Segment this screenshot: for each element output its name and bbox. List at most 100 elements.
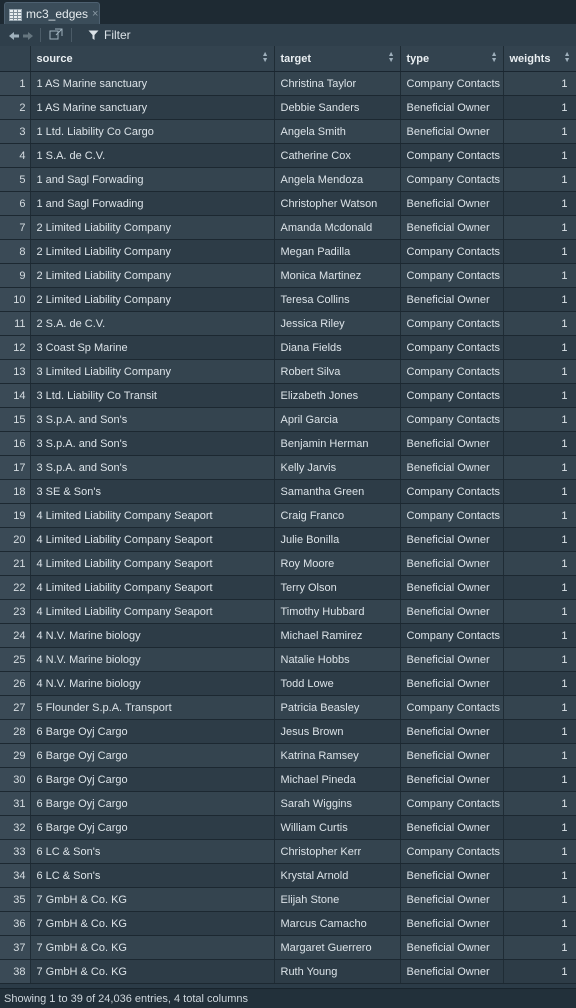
weights-cell: 1 xyxy=(503,311,576,336)
table-row[interactable]: 61 and Sagl Forwading Christopher Watson B… xyxy=(0,191,576,216)
forward-arrow-icon[interactable] xyxy=(22,30,33,40)
table-row[interactable]: 15 3 S.p.A. and Son's April Garcia Company … xyxy=(0,407,576,432)
type-cell: Beneficial Owner xyxy=(400,95,504,120)
target-cell: Roy Moore xyxy=(274,551,401,576)
table-row[interactable]: 13 3 Limited Liability Company Robert Silv… xyxy=(0,359,576,384)
table-row[interactable]: 28 6 Barge Oyj Cargo Jesus Brown Beneficial… xyxy=(0,719,576,744)
table-row[interactable]: 25 4 N.V. Marine biology Natalie Hobbs Bene… xyxy=(0,647,576,672)
type-cell: Company Contacts xyxy=(400,311,504,336)
table-row[interactable]: 27 5 Flounder S.p.A. Transport Patricia Be… xyxy=(0,695,576,720)
column-header-target[interactable]: target ▲ ▼ xyxy=(274,46,401,72)
table-row[interactable]: 10 2 Limited Liability Company Teresa Coll… xyxy=(0,287,576,312)
type-cell: Company Contacts xyxy=(400,335,504,360)
row-index-cell: 33 xyxy=(0,839,31,864)
row-index-cell: 1 xyxy=(0,71,31,96)
type-cell: Beneficial Owner xyxy=(400,215,504,240)
weights-cell: 1 xyxy=(503,167,576,192)
table-row[interactable]: 34 6 LC & Son's Krystal Arnold Beneficial O… xyxy=(0,863,576,888)
table-row[interactable]: 29 6 Barge Oyj Cargo Katrina Ramsey Benefic… xyxy=(0,743,576,768)
row-index-cell: 12 xyxy=(0,335,31,360)
table-row[interactable]: 30 6 Barge Oyj Cargo Michael Pineda Benefic… xyxy=(0,767,576,792)
source-cell: 4 N.V. Marine biology xyxy=(30,623,275,648)
source-cell: 4 Limited Liability Company Seaport xyxy=(30,551,275,576)
back-arrow-icon[interactable] xyxy=(8,30,19,40)
table-row[interactable]: 19 4 Limited Liability Company Seaport Cra… xyxy=(0,503,576,528)
table-row[interactable]: 72 Limited Liability Company Amanda Mcdon… xyxy=(0,215,576,240)
target-cell: Christopher Watson xyxy=(274,191,401,216)
close-icon[interactable]: × xyxy=(92,8,98,20)
source-cell: 3 Limited Liability Company xyxy=(30,359,275,384)
row-index-cell: 31 xyxy=(0,791,31,816)
toolbar: Filter xyxy=(0,24,576,47)
table-row[interactable]: 16 3 S.p.A. and Son's Benjamin Herman Benef… xyxy=(0,431,576,456)
status-bar: Showing 1 to 39 of 24,036 entries, 4 tot… xyxy=(0,988,576,1008)
popout-icon[interactable] xyxy=(49,28,63,43)
target-cell: Katrina Ramsey xyxy=(274,743,401,768)
source-cell: 3 S.p.A. and Son's xyxy=(30,431,275,456)
type-cell: Beneficial Owner xyxy=(400,527,504,552)
table-row[interactable]: 11 AS Marine sanctuary Christina Taylor Co… xyxy=(0,71,576,96)
target-cell: Christopher Kerr xyxy=(274,839,401,864)
data-viewer-table: source ▲ ▼ target ▲ ▼ type ▲ ▼ weights ▲ ▼ 1 1 AS… xyxy=(0,46,576,988)
table-row[interactable]: 31 6 Barge Oyj Cargo Sarah Wiggins Company … xyxy=(0,791,576,816)
table-row[interactable]: 18 3 SE & Son's Samantha Green Company Cont… xyxy=(0,479,576,504)
table-row[interactable]: 26 4 N.V. Marine biology Todd Lowe Benefici… xyxy=(0,671,576,696)
row-index-cell: 18 xyxy=(0,479,31,504)
source-cell: 4 N.V. Marine biology xyxy=(30,671,275,696)
type-cell: Company Contacts xyxy=(400,143,504,168)
sort-icon[interactable]: ▲ ▼ xyxy=(564,51,571,64)
column-header-weights[interactable]: weights ▲ ▼ xyxy=(503,46,576,72)
type-cell: Beneficial Owner xyxy=(400,431,504,456)
table-row[interactable]: 36 7 GmbH & Co. KG Marcus Camacho Beneficia… xyxy=(0,911,576,936)
weights-cell: 1 xyxy=(503,191,576,216)
sort-icon[interactable]: ▲ ▼ xyxy=(262,51,269,64)
table-row[interactable]: 31 Ltd. Liability Co Cargo Angela Smith Be… xyxy=(0,119,576,144)
source-cell: 7 GmbH & Co. KG xyxy=(30,887,275,912)
weights-cell: 1 xyxy=(503,695,576,720)
table-row[interactable]: 41 S.A. de C.V. Catherine Cox Company Cont… xyxy=(0,143,576,168)
table-row[interactable]: 21 AS Marine sanctuary Debbie Sanders Bene… xyxy=(0,95,576,120)
column-header-type[interactable]: type ▲ ▼ xyxy=(400,46,504,72)
type-cell: Company Contacts xyxy=(400,839,504,864)
table-row[interactable]: 12 3 Coast Sp Marine Diana Fields Company C… xyxy=(0,335,576,360)
table-row[interactable]: 82 Limited Liability Company Megan Padill… xyxy=(0,239,576,264)
table-row[interactable]: 24 4 N.V. Marine biology Michael Ramirez Co… xyxy=(0,623,576,648)
table-row[interactable]: 11 2 S.A. de C.V. Jessica Riley Company Con… xyxy=(0,311,576,336)
source-cell: 3 Ltd. Liability Co Transit xyxy=(30,383,275,408)
row-index-cell: 23 xyxy=(0,599,31,624)
target-cell: Catherine Cox xyxy=(274,143,401,168)
table-row[interactable]: 22 4 Limited Liability Company Seaport Ter… xyxy=(0,575,576,600)
sort-icon[interactable]: ▲ ▼ xyxy=(491,51,498,64)
table-row[interactable]: 38 7 GmbH & Co. KG Ruth Young Beneficial Ow… xyxy=(0,959,576,984)
weights-cell: 1 xyxy=(503,287,576,312)
source-cell: 4 Limited Liability Company Seaport xyxy=(30,527,275,552)
tab-mc3-edges[interactable]: mc3_edges × xyxy=(4,2,100,24)
type-cell: Beneficial Owner xyxy=(400,887,504,912)
table-row[interactable]: 14 3 Ltd. Liability Co Transit Elizabeth J… xyxy=(0,383,576,408)
type-cell: Company Contacts xyxy=(400,167,504,192)
table-row[interactable]: 20 4 Limited Liability Company Seaport Jul… xyxy=(0,527,576,552)
weights-cell: 1 xyxy=(503,551,576,576)
table-row[interactable]: 51 and Sagl Forwading Angela Mendoza Compa… xyxy=(0,167,576,192)
target-cell: Angela Smith xyxy=(274,119,401,144)
source-cell: 4 N.V. Marine biology xyxy=(30,647,275,672)
table-row[interactable]: 32 6 Barge Oyj Cargo William Curtis Benefic… xyxy=(0,815,576,840)
column-header-source[interactable]: source ▲ ▼ xyxy=(30,46,275,72)
source-cell: 3 Coast Sp Marine xyxy=(30,335,275,360)
source-cell: 5 Flounder S.p.A. Transport xyxy=(30,695,275,720)
target-cell: Ruth Young xyxy=(274,959,401,984)
table-row[interactable]: 33 6 LC & Son's Christopher Kerr Company Co… xyxy=(0,839,576,864)
table-row[interactable]: 37 7 GmbH & Co. KG Margaret Guerrero Benefi… xyxy=(0,935,576,960)
filter-button[interactable]: Filter xyxy=(88,28,131,42)
table-row[interactable]: 23 4 Limited Liability Company Seaport Tim… xyxy=(0,599,576,624)
type-cell: Beneficial Owner xyxy=(400,287,504,312)
table-row[interactable]: 35 7 GmbH & Co. KG Elijah Stone Beneficial … xyxy=(0,887,576,912)
type-cell: Beneficial Owner xyxy=(400,647,504,672)
target-cell: Craig Franco xyxy=(274,503,401,528)
weights-cell: 1 xyxy=(503,479,576,504)
table-row[interactable]: 21 4 Limited Liability Company Seaport Roy… xyxy=(0,551,576,576)
sort-icon[interactable]: ▲ ▼ xyxy=(388,51,395,64)
table-row[interactable]: 17 3 S.p.A. and Son's Kelly Jarvis Benefici… xyxy=(0,455,576,480)
weights-cell: 1 xyxy=(503,455,576,480)
table-row[interactable]: 92 Limited Liability Company Monica Marti… xyxy=(0,263,576,288)
